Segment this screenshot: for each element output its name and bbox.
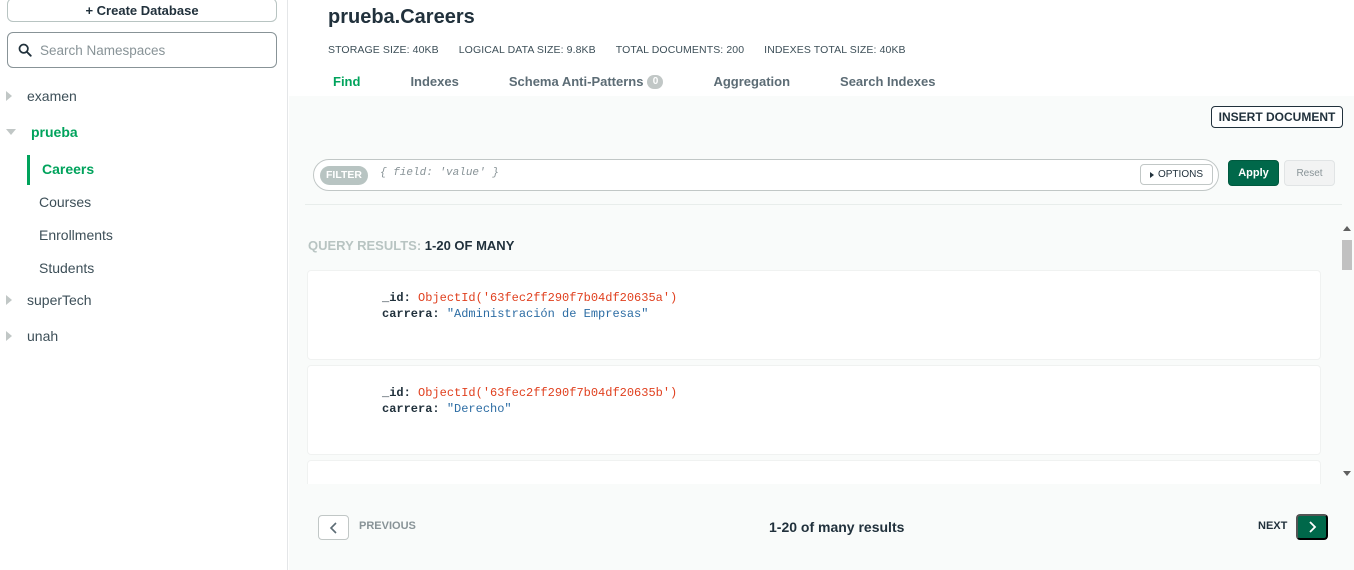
tab-schema-anti-patterns[interactable]: Schema Anti-Patterns 0	[509, 74, 664, 89]
tab-find[interactable]: Find	[333, 74, 360, 89]
document-field-line: carrera: "Administración de Empresas"	[382, 307, 648, 321]
filter-label: FILTER	[320, 166, 368, 185]
storage-size-stat: STORAGE SIZE: 40KB	[328, 44, 439, 56]
tab-label: Find	[333, 74, 361, 89]
count-badge: 0	[647, 74, 664, 89]
sidebar-collection-courses[interactable]: Courses	[0, 188, 288, 216]
total-documents-stat: TOTAL DOCUMENTS: 200	[615, 44, 745, 56]
collection-tabs: Find Indexes Schema Anti-Patterns 0 Aggr…	[333, 74, 985, 89]
sidebar-db-unah[interactable]: unah	[0, 324, 288, 348]
chevron-right-icon	[1309, 521, 1317, 533]
tab-aggregation[interactable]: Aggregation	[713, 74, 790, 89]
field-value: ObjectId('63fec2ff290f7b04df20635b')	[418, 386, 678, 400]
field-key: carrera:	[382, 307, 440, 321]
document-card[interactable]	[307, 460, 1321, 484]
scroll-thumb[interactable]	[1342, 240, 1352, 270]
reset-button[interactable]: Reset	[1284, 160, 1335, 186]
sidebar-db-examen[interactable]: examen	[0, 84, 288, 108]
caret-right-icon	[1149, 171, 1154, 178]
logical-data-size-stat: LOGICAL DATA SIZE: 9.8KB	[458, 44, 596, 56]
field-key: carrera:	[382, 402, 440, 416]
sidebar-collection-students[interactable]: Students	[0, 254, 288, 282]
document-field-line: _id: ObjectId('63fec2ff290f7b04df20635a'…	[382, 291, 677, 305]
tab-label: Search Indexes	[840, 74, 936, 89]
tab-label: Aggregation	[713, 74, 791, 89]
sidebar-db-supertech[interactable]: superTech	[0, 288, 288, 312]
tab-label: Schema Anti-Patterns	[508, 74, 644, 89]
query-results-prefix: QUERY RESULTS:	[308, 238, 422, 253]
sidebar: + Create Database examen prueba Careers …	[0, 0, 288, 570]
options-button[interactable]: OPTIONS	[1140, 164, 1213, 185]
active-indicator	[27, 155, 30, 185]
divider	[305, 204, 1342, 205]
pagination: PREVIOUS 1-20 of many results NEXT	[289, 500, 1354, 560]
previous-page-button[interactable]	[318, 515, 349, 540]
sidebar-collection-label: Careers	[42, 161, 95, 177]
sidebar-db-label: examen	[27, 88, 77, 104]
tab-label: Indexes	[410, 74, 459, 89]
page-title: prueba.Careers	[328, 6, 475, 28]
sidebar-db-label: unah	[27, 328, 59, 344]
caret-right-icon	[6, 91, 12, 101]
options-label: OPTIONS	[1157, 169, 1203, 180]
apply-button[interactable]: Apply	[1228, 160, 1279, 186]
scroll-down-arrow-icon[interactable]	[1343, 471, 1351, 476]
find-content: INSERT DOCUMENT FILTER OPTIONS Apply Res…	[289, 96, 1354, 570]
sidebar-collection-label: Enrollments	[39, 227, 113, 243]
scroll-up-arrow-icon[interactable]	[1343, 226, 1351, 231]
sidebar-collection-label: Courses	[39, 194, 92, 210]
create-database-label: + Create Database	[85, 2, 199, 18]
query-results-range: 1-20 OF MANY	[424, 238, 515, 253]
search-namespaces-input[interactable]	[40, 42, 260, 58]
tab-search-indexes[interactable]: Search Indexes	[840, 74, 935, 89]
query-results-title: QUERY RESULTS: 1-20 OF MANY	[308, 238, 514, 253]
caret-down-icon	[6, 129, 16, 135]
caret-right-icon	[6, 331, 12, 341]
document-field-line: _id: ObjectId('63fec2ff290f7b04df20635b'…	[382, 386, 677, 400]
documents-list: _id: ObjectId('63fec2ff290f7b04df20635a'…	[307, 266, 1323, 484]
chevron-left-icon	[329, 521, 337, 534]
sidebar-db-prueba[interactable]: prueba	[0, 120, 288, 144]
collection-header: prueba.Careers STORAGE SIZE: 40KB LOGICA…	[289, 0, 1354, 96]
field-key: _id:	[382, 386, 411, 400]
filter-input[interactable]	[380, 167, 1130, 179]
caret-right-icon	[6, 295, 12, 305]
document-card[interactable]: _id: ObjectId('63fec2ff290f7b04df20635b'…	[307, 365, 1321, 455]
search-namespaces-box[interactable]	[7, 32, 277, 68]
sidebar-db-label: superTech	[27, 292, 92, 308]
tab-indexes[interactable]: Indexes	[410, 74, 458, 89]
results-scrollbar[interactable]	[1341, 226, 1353, 482]
pagination-summary: 1-20 of many results	[769, 519, 905, 535]
next-page-button[interactable]	[1296, 514, 1328, 540]
previous-label: PREVIOUS	[359, 520, 416, 532]
insert-document-button[interactable]: INSERT DOCUMENT	[1211, 106, 1343, 128]
sidebar-db-label: prueba	[31, 124, 78, 140]
sidebar-collection-label: Students	[39, 260, 95, 276]
next-label: NEXT	[1258, 520, 1288, 532]
collection-stats: STORAGE SIZE: 40KB LOGICAL DATA SIZE: 9.…	[328, 44, 906, 56]
document-card[interactable]: _id: ObjectId('63fec2ff290f7b04df20635a'…	[307, 270, 1321, 360]
main-panel: prueba.Careers STORAGE SIZE: 40KB LOGICA…	[289, 0, 1354, 570]
search-icon	[18, 43, 32, 57]
field-value: "Derecho"	[446, 402, 512, 416]
filter-bar: FILTER OPTIONS	[313, 159, 1219, 191]
field-key: _id:	[382, 291, 411, 305]
indexes-total-size-stat: INDEXES TOTAL SIZE: 40KB	[764, 44, 906, 56]
sidebar-collection-enrollments[interactable]: Enrollments	[0, 221, 288, 249]
sidebar-collection-careers[interactable]: Careers	[0, 155, 288, 185]
field-value: "Administración de Empresas"	[446, 307, 649, 321]
create-database-button[interactable]: + Create Database	[7, 0, 277, 22]
document-field-line: carrera: "Derecho"	[382, 402, 512, 416]
field-value: ObjectId('63fec2ff290f7b04df20635a')	[418, 291, 678, 305]
